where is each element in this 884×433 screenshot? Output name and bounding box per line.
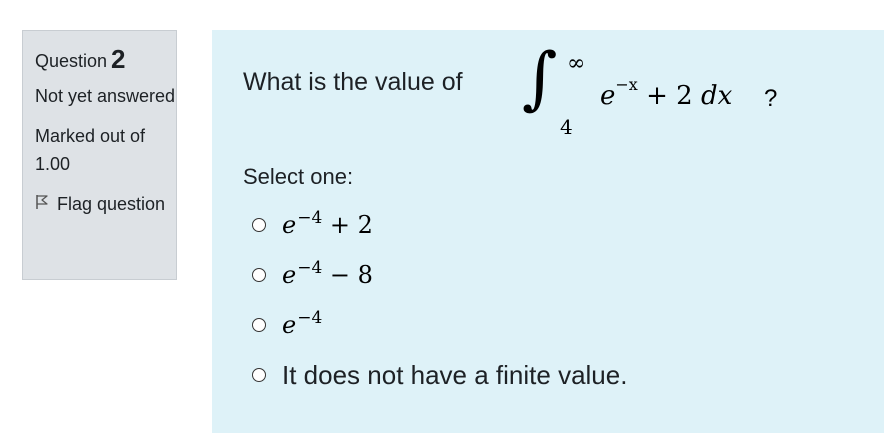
question-mark: ? — [764, 85, 778, 112]
option-exponent: −4 — [297, 258, 323, 278]
integrand-rest: + 2 — [646, 81, 693, 111]
question-number: Question 2 — [35, 43, 176, 76]
radio-button[interactable] — [252, 268, 266, 282]
answer-option-1[interactable]: e−4 + 2 — [252, 200, 627, 250]
option-exponent: −4 — [297, 308, 323, 328]
integral-lower-limit: 4 — [560, 115, 573, 139]
radio-button[interactable] — [252, 318, 266, 332]
flag-label: Flag question — [57, 194, 166, 214]
flag-icon — [35, 190, 57, 218]
integrand-differential: dx — [700, 81, 733, 111]
question-number-value: 2 — [111, 44, 126, 74]
question-content: What is the value of ∫ ∞ 4 e−x + 2 dx ? … — [212, 30, 884, 433]
option-base: e — [282, 211, 297, 239]
answer-option-4[interactable]: It does not have a finite value. — [252, 350, 627, 400]
answer-option-label: e−4 + 2 — [282, 208, 373, 239]
option-base: e — [282, 311, 297, 339]
integrand: e−x + 2 dx — [600, 75, 733, 111]
question-info-panel: Question 2 Not yet answered Marked out of… — [22, 30, 177, 280]
integrand-exponent: −x — [615, 75, 638, 94]
answer-option-label: It does not have a finite value. — [282, 359, 628, 390]
answer-option-label: e−4 − 8 — [282, 258, 373, 289]
answer-option-2[interactable]: e−4 − 8 — [252, 250, 627, 300]
radio-button[interactable] — [252, 218, 266, 232]
question-label: Question — [35, 51, 108, 71]
option-rest: − 8 — [329, 261, 373, 289]
answer-option-3[interactable]: e−4 — [252, 300, 627, 350]
option-rest: + 2 — [329, 211, 373, 239]
answer-options: e−4 + 2 e−4 − 8 e−4 It does not have a f… — [252, 200, 627, 400]
flag-question-link[interactable]: Flag question — [35, 190, 176, 218]
answer-option-label: e−4 — [282, 308, 323, 339]
question-text: What is the value of — [243, 68, 463, 96]
integrand-base: e — [600, 81, 616, 111]
question-state: Not yet answered — [35, 86, 176, 106]
integral-expression: ∫ ∞ 4 e−x + 2 dx ? — [522, 45, 792, 155]
select-one-prompt: Select one: — [243, 164, 354, 189]
option-exponent: −4 — [297, 208, 323, 228]
question-grade: Marked out of 1.00 — [35, 126, 146, 174]
option-base: e — [282, 261, 297, 289]
radio-button[interactable] — [252, 368, 266, 382]
integral-upper-limit: ∞ — [567, 51, 586, 76]
integral-sign: ∫ — [522, 39, 558, 118]
